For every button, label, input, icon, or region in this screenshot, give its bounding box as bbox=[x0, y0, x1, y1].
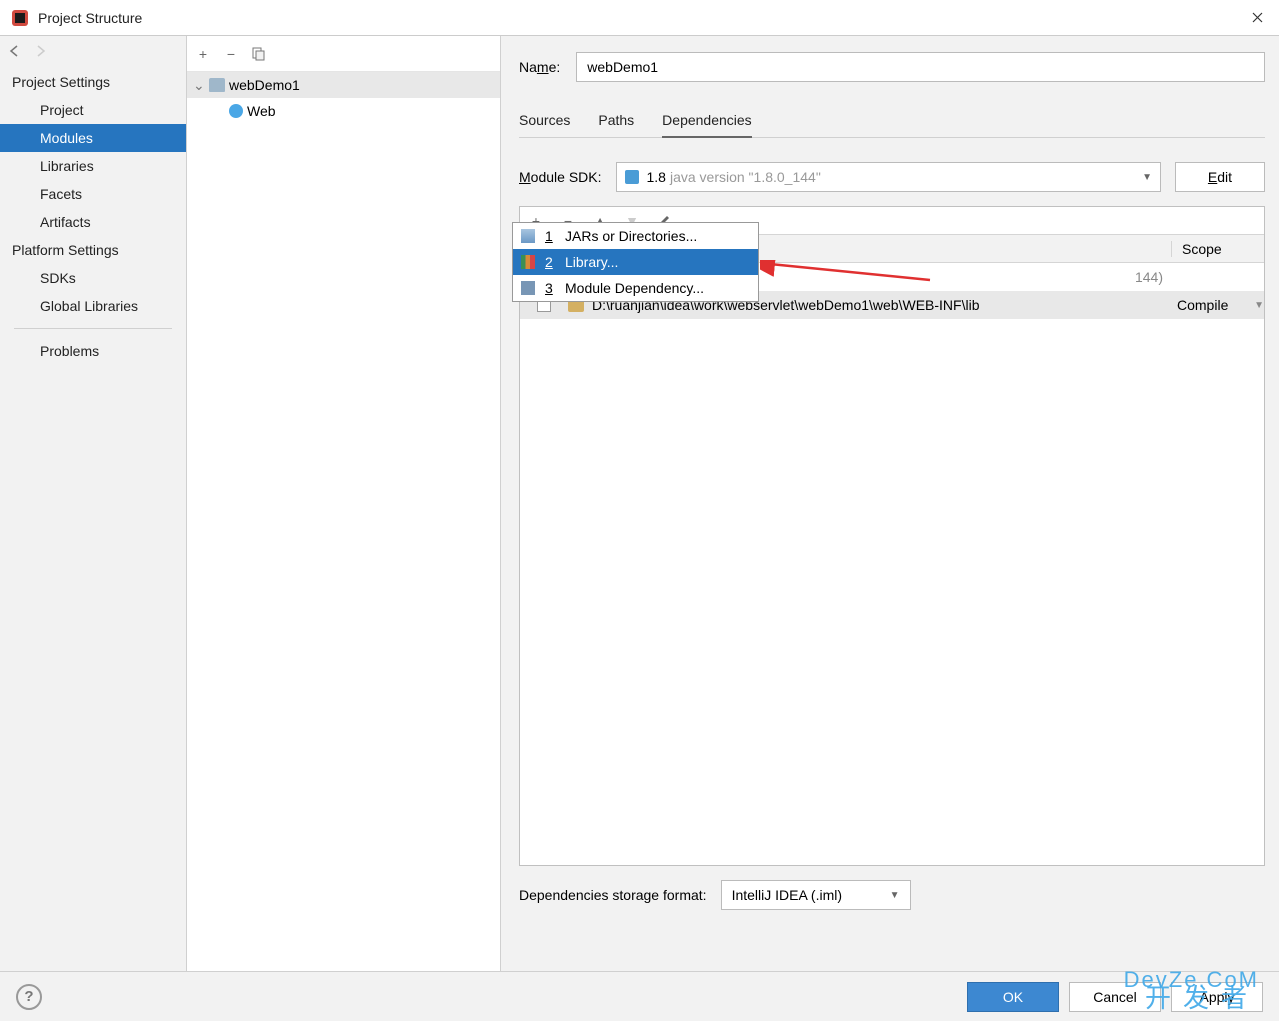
sidebar-item-sdks[interactable]: SDKs bbox=[0, 264, 186, 292]
sdk-label: Module SDK: bbox=[519, 169, 602, 185]
help-button[interactable]: ? bbox=[16, 984, 42, 1010]
window-title: Project Structure bbox=[38, 10, 1235, 26]
scope-column-header[interactable]: Scope bbox=[1171, 241, 1264, 257]
scope-select[interactable]: Compile ▼ bbox=[1171, 297, 1264, 313]
tab-dependencies[interactable]: Dependencies bbox=[662, 104, 752, 138]
dropdown-arrow-icon: ▼ bbox=[1254, 300, 1264, 311]
nav-forward-button[interactable] bbox=[34, 44, 50, 60]
app-icon bbox=[12, 10, 28, 26]
sidebar-item-modules[interactable]: Modules bbox=[0, 124, 186, 152]
popup-label: Library... bbox=[565, 254, 618, 270]
name-label: Name: bbox=[519, 59, 560, 75]
module-dep-icon bbox=[521, 281, 535, 295]
tree-label: webDemo1 bbox=[229, 77, 300, 93]
sidebar-item-artifacts[interactable]: Artifacts bbox=[0, 208, 186, 236]
ok-button[interactable]: OK bbox=[967, 982, 1059, 1012]
tree-row-web[interactable]: Web bbox=[187, 98, 500, 124]
tree-label: Web bbox=[247, 103, 276, 119]
module-name-input[interactable] bbox=[576, 52, 1265, 82]
titlebar: Project Structure bbox=[0, 0, 1279, 36]
sdk-name: 1.8 bbox=[647, 169, 666, 185]
sidebar-item-global-libraries[interactable]: Global Libraries bbox=[0, 292, 186, 320]
sdk-version: java version "1.8.0_144" bbox=[670, 169, 821, 185]
sdk-icon bbox=[625, 170, 639, 184]
add-module-button[interactable]: + bbox=[195, 46, 211, 62]
sdk-select[interactable]: 1.8 java version "1.8.0_144" ▼ bbox=[616, 162, 1162, 192]
dep-path-fragment: 144) bbox=[1135, 269, 1163, 285]
tab-paths[interactable]: Paths bbox=[598, 104, 634, 137]
tab-sources[interactable]: Sources bbox=[519, 104, 570, 137]
sidebar-item-project[interactable]: Project bbox=[0, 96, 186, 124]
copy-module-button[interactable] bbox=[251, 46, 267, 62]
nav-back-button[interactable] bbox=[8, 44, 24, 60]
dropdown-arrow-icon: ▼ bbox=[1142, 172, 1152, 183]
storage-label: Dependencies storage format: bbox=[519, 887, 707, 903]
tree-row-webdemo1[interactable]: ⌄ webDemo1 bbox=[187, 72, 500, 98]
expand-chevron-icon[interactable]: ⌄ bbox=[193, 77, 205, 94]
web-facet-icon bbox=[229, 104, 243, 118]
add-dependency-popup: 1 JARs or Directories... 2 Library... 3 … bbox=[512, 222, 759, 302]
remove-module-button[interactable]: − bbox=[223, 46, 239, 62]
sidebar-section-project-settings: Project Settings bbox=[0, 68, 186, 96]
edit-sdk-button[interactable]: Edit bbox=[1175, 162, 1265, 192]
close-button[interactable] bbox=[1235, 0, 1279, 35]
module-icon bbox=[209, 78, 225, 92]
popup-item-module-dependency[interactable]: 3 Module Dependency... bbox=[513, 275, 758, 301]
dropdown-arrow-icon: ▼ bbox=[890, 890, 900, 901]
sidebar-item-facets[interactable]: Facets bbox=[0, 180, 186, 208]
popup-item-library[interactable]: 2 Library... bbox=[513, 249, 758, 275]
watermark-latin: DevZe.CoM bbox=[1124, 967, 1259, 993]
popup-label: JARs or Directories... bbox=[565, 228, 697, 244]
jars-icon bbox=[521, 229, 535, 243]
sidebar-item-problems[interactable]: Problems bbox=[0, 337, 186, 365]
popup-label: Module Dependency... bbox=[565, 280, 704, 296]
sidebar-item-libraries[interactable]: Libraries bbox=[0, 152, 186, 180]
storage-format-select[interactable]: IntelliJ IDEA (.iml) ▼ bbox=[721, 880, 911, 910]
popup-item-jars[interactable]: 1 JARs or Directories... bbox=[513, 223, 758, 249]
library-icon bbox=[521, 255, 535, 269]
sidebar-divider bbox=[14, 328, 172, 329]
sidebar-section-platform-settings: Platform Settings bbox=[0, 236, 186, 264]
